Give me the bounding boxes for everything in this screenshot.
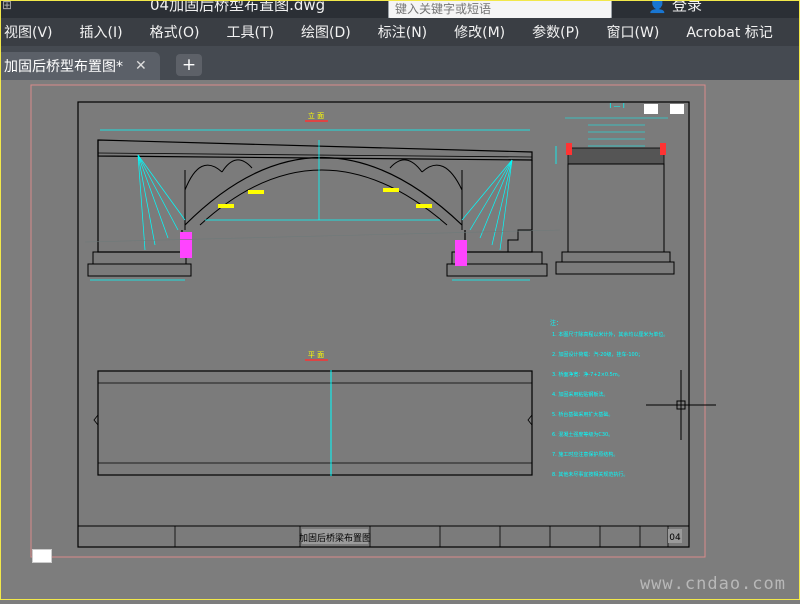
section-title: I — I (609, 102, 625, 110)
section-right-railing (660, 143, 666, 155)
elevation-title: 立 面 (308, 111, 324, 120)
menu-parametric[interactable]: 参数(P) (532, 22, 579, 42)
drawing-svg: 加固后桥梁布置图 04 立 面 I — I 平 面 注： 1. 本图尺寸除高程以… (30, 84, 716, 558)
note-line: 7. 施工时应注意保护原结构。 (552, 451, 618, 458)
plan-title: 平 面 (308, 351, 324, 359)
arch-label-mid-left (248, 190, 264, 194)
page-number: 04 (669, 533, 681, 543)
login-link[interactable]: 登录 (672, 0, 702, 15)
arch-label-mid-right (383, 188, 399, 192)
north-indicator-2 (670, 104, 684, 114)
note-line: 3. 桥面净宽：净-7+2×0.5m。 (552, 371, 623, 378)
notes-title: 注： (550, 319, 562, 327)
note-line: 6. 混凝土强度等级为C30。 (552, 431, 613, 438)
arch-label-right (416, 204, 432, 208)
note-line: 1. 本图尺寸除高程以米计外，其余均以厘米为单位。 (552, 331, 668, 338)
menu-acrobat[interactable]: Acrobat 标记 (686, 22, 772, 42)
search-input[interactable] (389, 0, 601, 18)
watermark-text: www.cndao.com (639, 574, 786, 594)
left-reinforcement-marker (180, 232, 192, 258)
drawing-canvas[interactable]: 加固后桥梁布置图 04 立 面 I — I 平 面 注： 1. 本图尺寸除高程以… (0, 80, 800, 600)
document-tab-bar: 加固后桥型布置图* ✕ + (0, 46, 800, 80)
new-tab-button[interactable]: + (176, 54, 202, 76)
app-logo-icon[interactable]: ⊞ (2, 0, 12, 12)
section-deck-pavement (567, 147, 665, 165)
sheet-title: 加固后桥梁布置图 (299, 532, 371, 544)
menu-format[interactable]: 格式(O) (150, 22, 200, 42)
right-reinforcement-marker (455, 240, 467, 266)
close-icon[interactable]: ✕ (135, 58, 147, 74)
document-title: 04加固后桥型布置图.dwg (150, 0, 326, 14)
search-box[interactable] (388, 0, 612, 18)
note-line: 4. 加固采用粘贴钢板法。 (552, 391, 608, 398)
menu-tools[interactable]: 工具(T) (227, 22, 274, 42)
note-line: 5. 桥台基础采用扩大基础。 (552, 411, 613, 418)
menu-window[interactable]: 窗口(W) (607, 22, 660, 42)
document-tab[interactable]: 加固后桥型布置图* ✕ (0, 52, 160, 80)
menu-bar: 视图(V) 插入(I) 格式(O) 工具(T) 绘图(D) 标注(N) 修改(M… (0, 18, 800, 46)
north-indicator-1 (644, 104, 658, 114)
arch-label-left (218, 204, 234, 208)
ucs-icon (32, 549, 52, 563)
user-icon[interactable]: 👤 (648, 0, 667, 14)
menu-insert[interactable]: 插入(I) (80, 22, 123, 42)
menu-view[interactable]: 视图(V) (4, 22, 53, 42)
section-left-railing (566, 143, 572, 155)
title-bar: ⊞ 04加固后桥型布置图.dwg 👤 登录 (0, 0, 800, 18)
document-tab-label: 加固后桥型布置图* (4, 59, 123, 75)
note-line: 8. 其他未尽事宜按相关规范执行。 (552, 471, 628, 478)
menu-draw[interactable]: 绘图(D) (301, 22, 351, 42)
note-line: 2. 加固设计荷载：汽-20级，挂车-100； (552, 351, 643, 358)
menu-modify[interactable]: 修改(M) (454, 22, 505, 42)
menu-dimension[interactable]: 标注(N) (378, 22, 427, 42)
